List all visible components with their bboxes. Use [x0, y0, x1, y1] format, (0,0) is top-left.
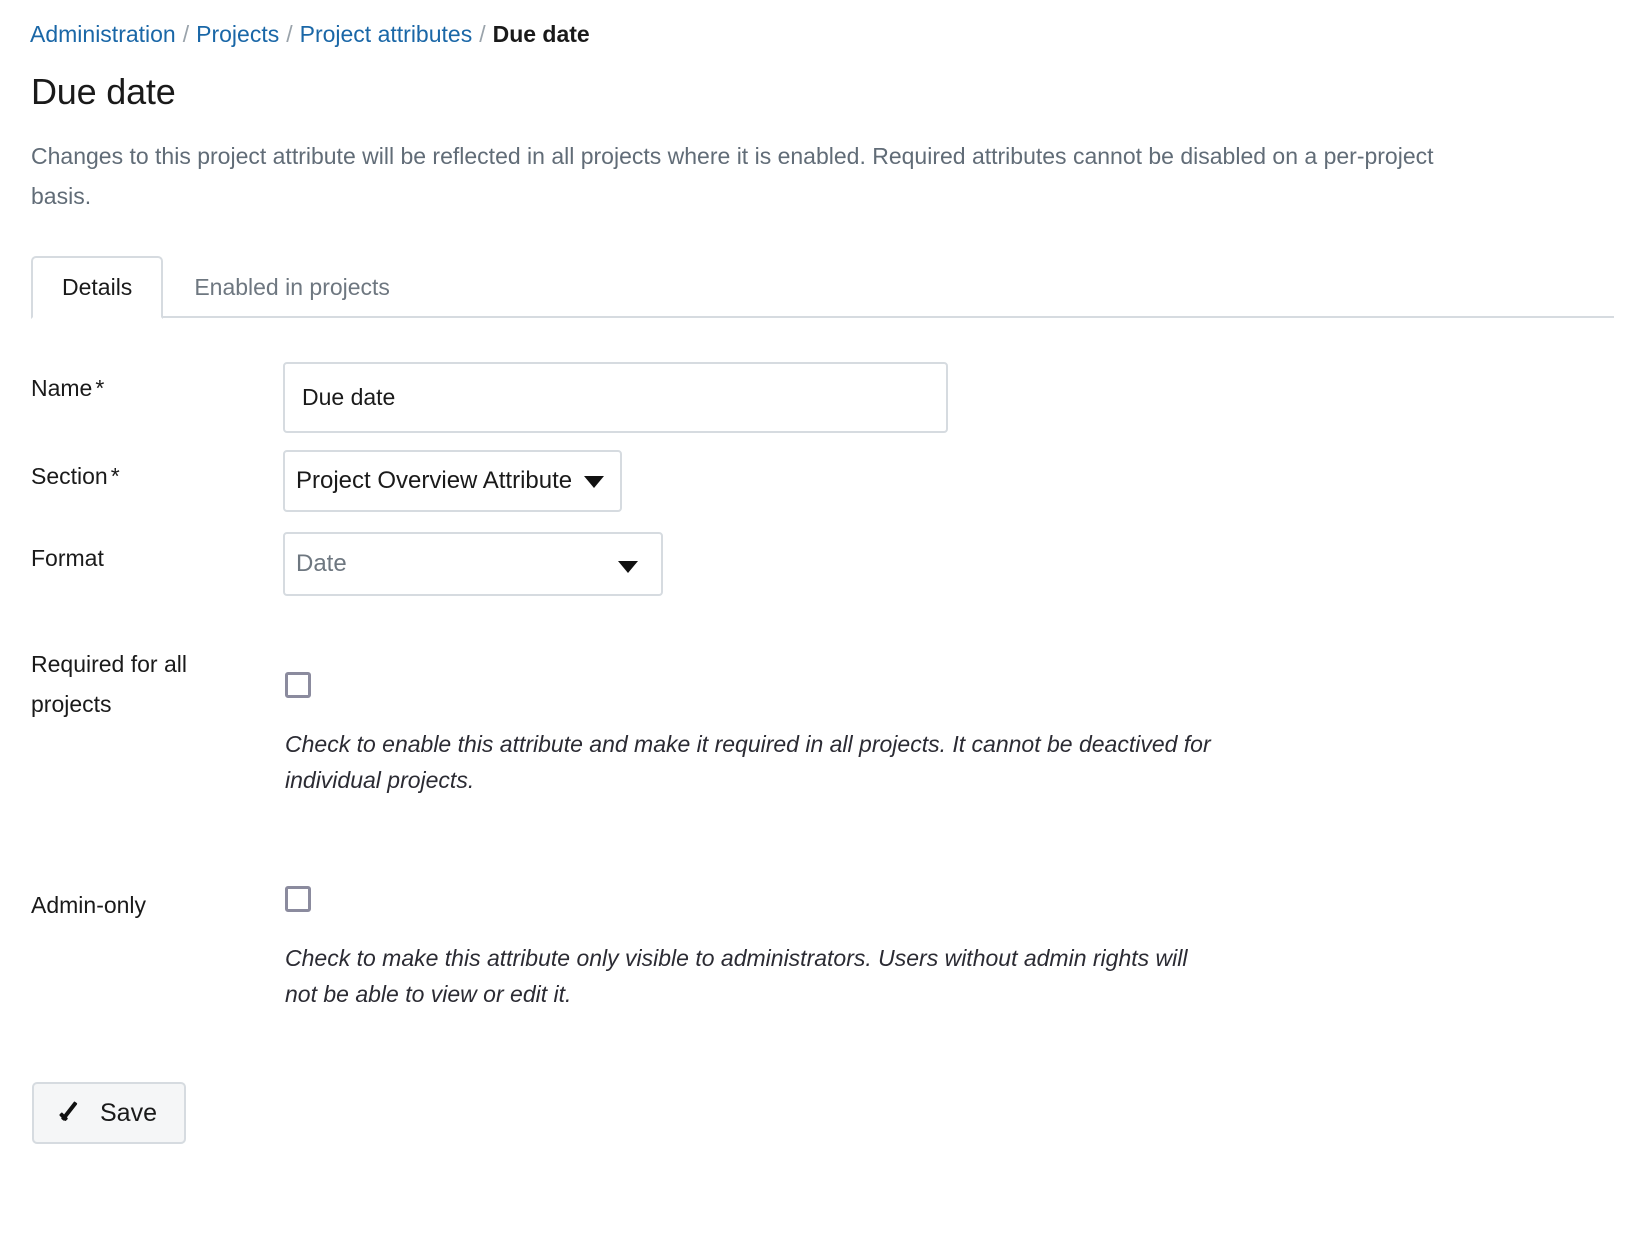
breadcrumb-item-administration[interactable]: Administration [30, 21, 176, 47]
name-input[interactable] [283, 362, 948, 433]
format-select[interactable]: Date [283, 532, 663, 596]
breadcrumb-separator: / [479, 21, 486, 47]
admin-only-checkbox[interactable] [285, 886, 311, 912]
breadcrumb-item-current: Due date [492, 21, 590, 47]
section-required-marker: * [110, 463, 120, 489]
section-control: Project Overview Attribute [283, 450, 1612, 512]
format-control: Date [283, 532, 1612, 596]
tab-bar: Details Enabled in projects [31, 256, 1614, 319]
required-for-all-projects-label: Required for all projects [31, 651, 187, 717]
attribute-details-form: Name* Section* Project Overview Attribut… [31, 362, 1612, 1144]
section-label: Section * [31, 450, 283, 496]
tab-enabled-in-projects[interactable]: Enabled in projects [163, 256, 421, 319]
field-row-name: Name * [31, 362, 1612, 433]
breadcrumb: Administration / Projects / Project attribut… [30, 18, 1612, 50]
breadcrumb-item-project-attributes[interactable]: Project attributes [300, 21, 473, 47]
required-for-all-projects-control: Check to enable this attribute and make … [283, 644, 1612, 798]
save-button-label: Save [100, 1099, 157, 1127]
required-for-all-projects-checkbox[interactable] [285, 672, 311, 698]
admin-only-help: Check to make this attribute only visibl… [285, 945, 1188, 1007]
page-description: Changes to this project attribute will b… [31, 143, 1434, 209]
breadcrumb-separator: / [182, 21, 190, 47]
field-row-required-for-all-projects: Required for all projects Check to enabl… [31, 644, 1612, 798]
field-row-format: Format Date [31, 532, 1612, 596]
format-label: Format [31, 532, 283, 578]
admin-only-control: Check to make this attribute only visibl… [283, 882, 1612, 1012]
name-control [283, 362, 1612, 433]
page-title: Due date [31, 71, 176, 112]
admin-only-label: Admin-only [31, 892, 147, 918]
required-for-all-projects-help: Check to enable this attribute and make … [285, 731, 1211, 793]
tab-details[interactable]: Details [31, 256, 164, 319]
chevron-down-icon [618, 561, 638, 573]
project-attribute-page: Administration / Projects / Project attribut… [0, 0, 1640, 1144]
name-required-marker: * [95, 375, 105, 401]
field-row-admin-only: Admin-only Check to make this attribute … [31, 882, 1612, 1012]
name-label: Name * [31, 362, 283, 408]
section-label-text: Section [31, 463, 108, 489]
format-select-value: Date [296, 550, 347, 577]
breadcrumb-item-projects[interactable]: Projects [196, 21, 279, 47]
breadcrumb-separator: / [286, 21, 293, 47]
section-select[interactable]: Project Overview Attribute [283, 450, 623, 512]
section-select-value: Project Overview Attribute [296, 467, 573, 494]
name-label-text: Name [31, 375, 93, 401]
chevron-down-icon [584, 476, 605, 489]
format-label-text: Format [31, 545, 104, 571]
check-icon [57, 1100, 83, 1126]
form-actions: Save [32, 1082, 1612, 1144]
field-row-section: Section * Project Overview Attribute [31, 450, 1612, 512]
save-button[interactable]: Save [32, 1082, 186, 1144]
